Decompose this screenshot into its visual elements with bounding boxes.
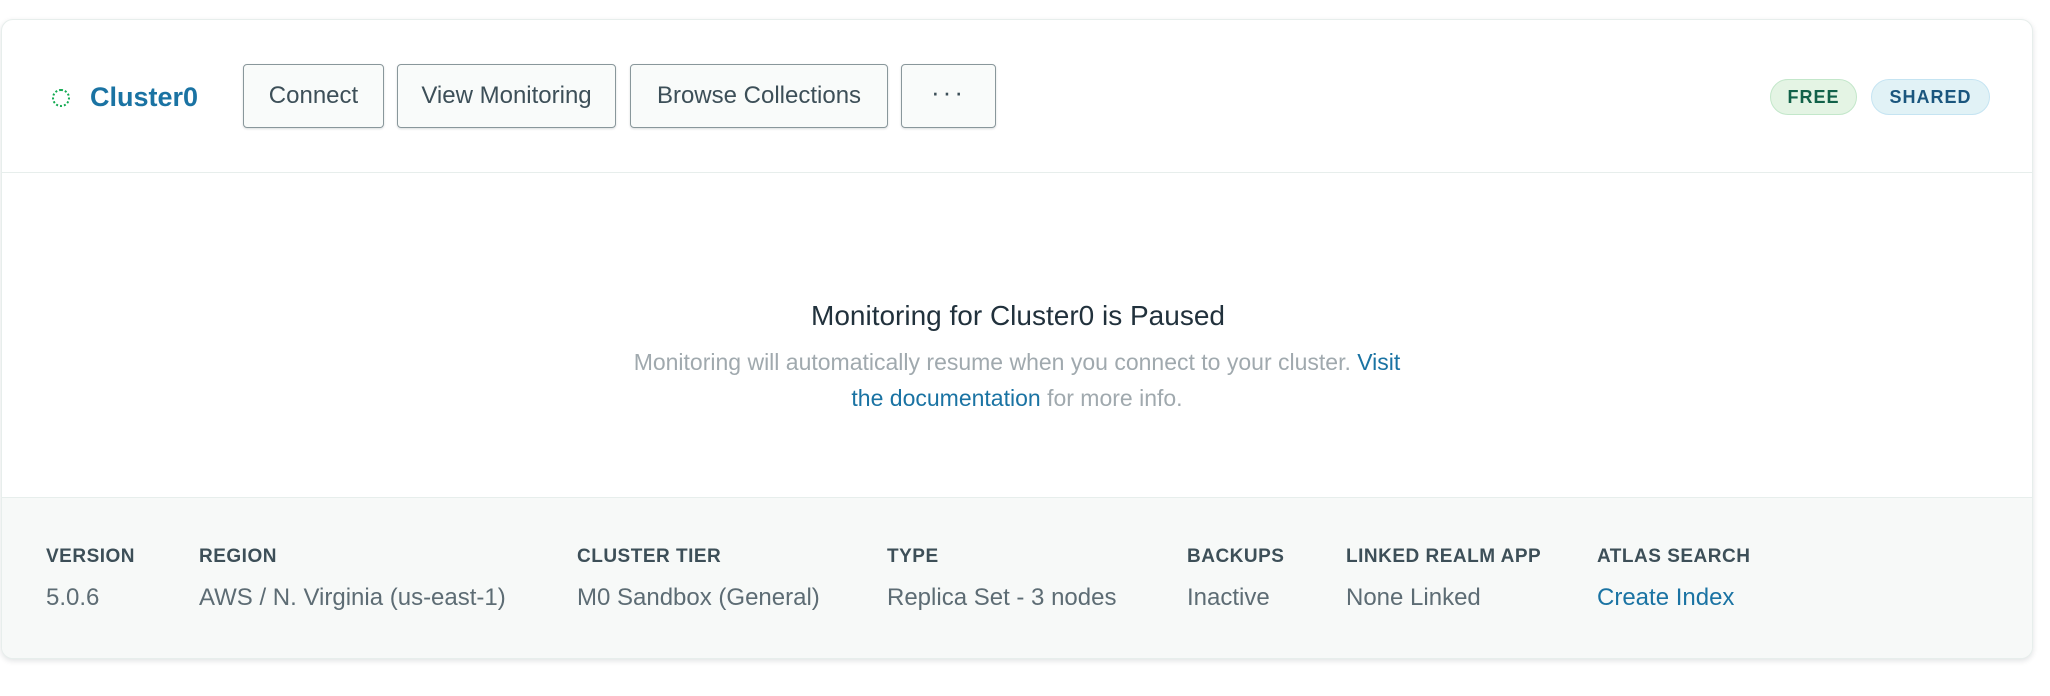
cluster-details-footer: VERSION 5.0.6 REGION AWS / N. Virginia (…	[2, 497, 2032, 658]
monitoring-message-suffix: for more info.	[1047, 385, 1183, 411]
detail-label: REGION	[199, 546, 277, 567]
detail-value: Inactive	[1187, 584, 1270, 611]
cluster-card: Cluster0 Connect View Monitoring Browse …	[1, 19, 2033, 659]
connect-button[interactable]: Connect	[243, 64, 384, 128]
shared-badge: SHARED	[1871, 79, 1990, 115]
detail-cluster-tier: CLUSTER TIER M0 Sandbox (General)	[577, 546, 820, 612]
monitoring-paused-message: Monitoring will automatically resume whe…	[617, 344, 1417, 416]
detail-label: LINKED REALM APP	[1346, 546, 1542, 567]
more-options-button[interactable]: ···	[901, 64, 996, 128]
free-badge: FREE	[1770, 79, 1857, 115]
detail-value: 5.0.6	[46, 584, 100, 611]
monitoring-paused-panel: Monitoring for Cluster0 is Paused Monito…	[2, 174, 2032, 501]
cluster-name-link[interactable]: Cluster0	[90, 82, 198, 113]
detail-value: Replica Set - 3 nodes	[887, 584, 1117, 611]
detail-atlas-search: ATLAS SEARCH Create Index	[1597, 546, 1750, 612]
cluster-card-header: Cluster0 Connect View Monitoring Browse …	[2, 20, 2032, 173]
detail-backups: BACKUPS Inactive	[1187, 546, 1284, 612]
detail-value: None Linked	[1346, 584, 1481, 611]
detail-label: VERSION	[46, 546, 136, 567]
create-index-link[interactable]: Create Index	[1597, 584, 1750, 612]
detail-version: VERSION 5.0.6	[46, 546, 135, 612]
detail-label: ATLAS SEARCH	[1597, 546, 1751, 567]
detail-label: TYPE	[887, 546, 939, 567]
monitoring-message-text: Monitoring will automatically resume whe…	[633, 349, 1351, 375]
detail-label: CLUSTER TIER	[577, 546, 722, 567]
detail-type: TYPE Replica Set - 3 nodes	[887, 546, 1116, 612]
detail-region: REGION AWS / N. Virginia (us-east-1)	[199, 546, 506, 612]
cluster-status-icon	[52, 89, 70, 107]
view-monitoring-button[interactable]: View Monitoring	[397, 64, 616, 128]
detail-value: M0 Sandbox (General)	[577, 584, 820, 611]
browse-collections-button[interactable]: Browse Collections	[630, 64, 888, 128]
monitoring-paused-title: Monitoring for Cluster0 is Paused	[811, 300, 1225, 331]
detail-linked-realm-app: LINKED REALM APP None Linked	[1346, 546, 1541, 612]
detail-label: BACKUPS	[1187, 546, 1285, 567]
detail-value: AWS / N. Virginia (us-east-1)	[199, 584, 506, 611]
